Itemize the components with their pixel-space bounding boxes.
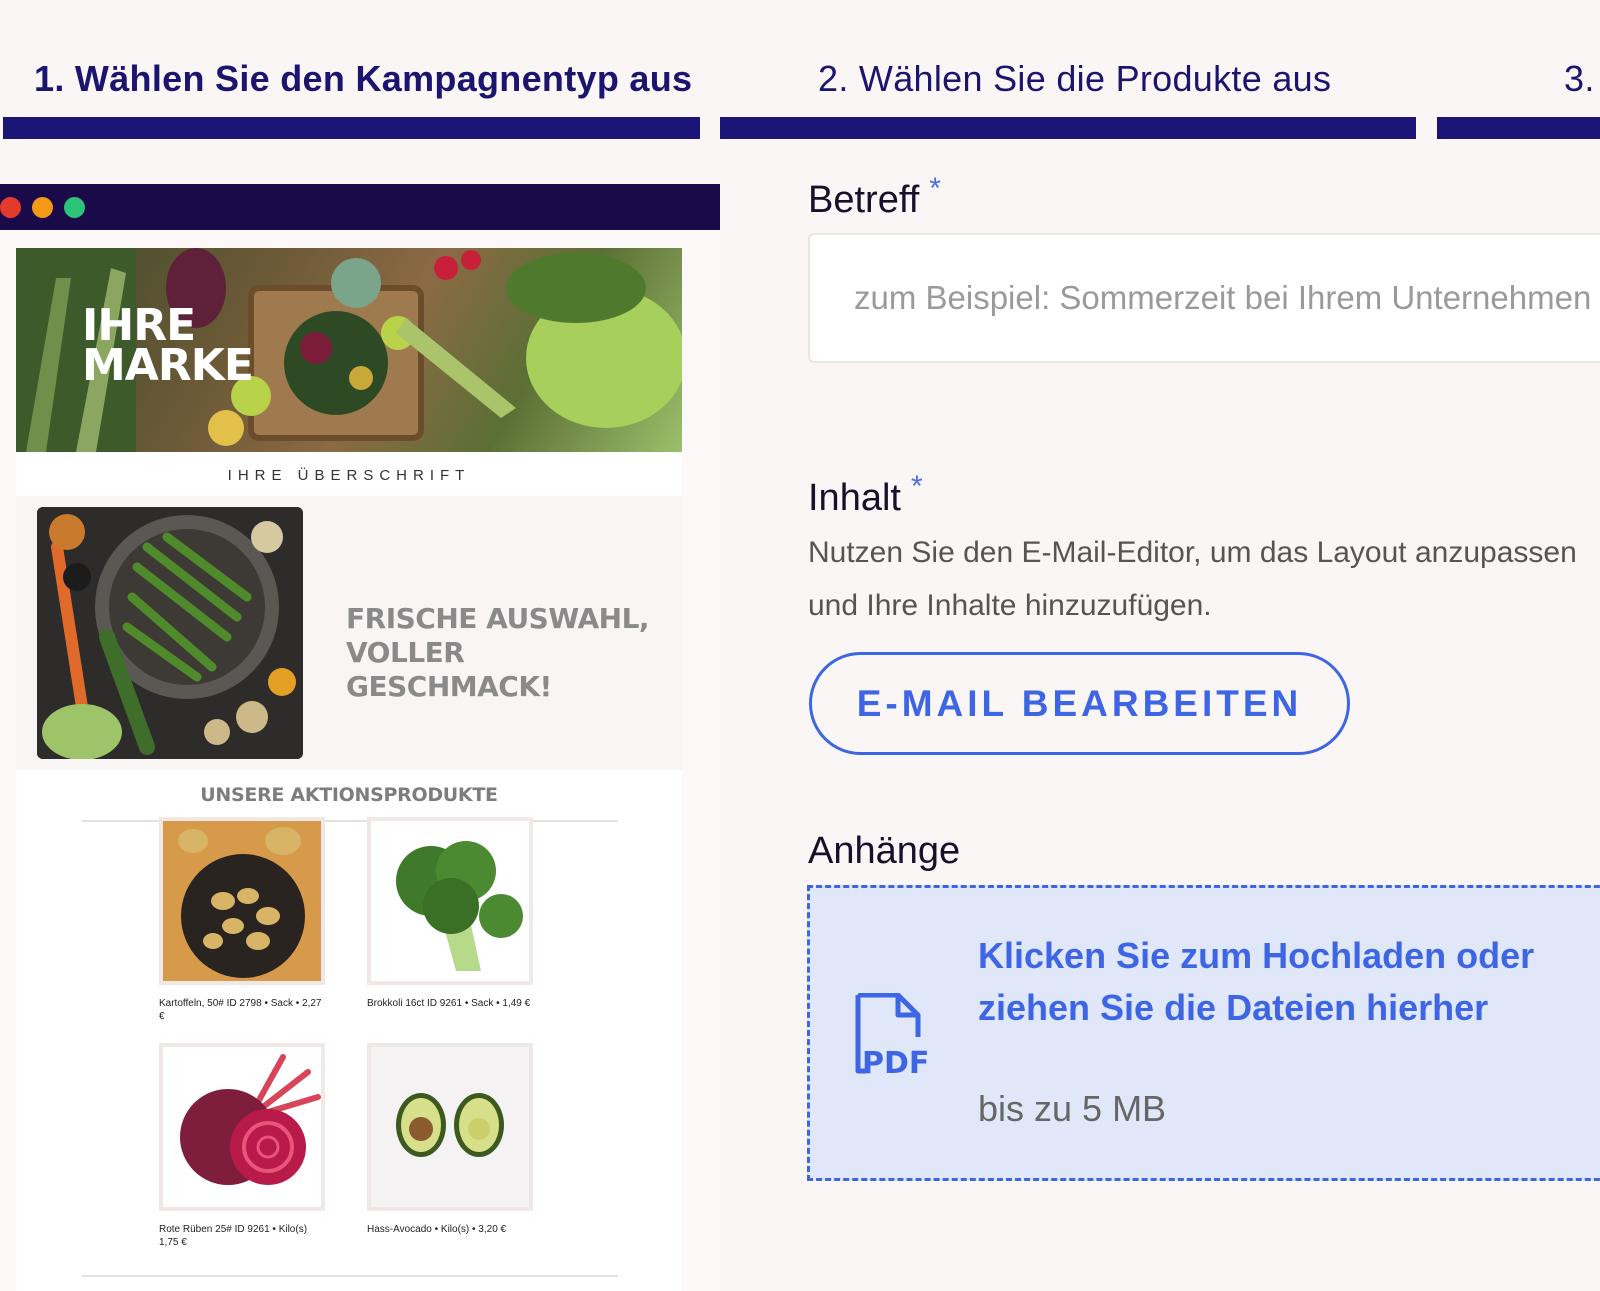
product-card[interactable]: Brokkoli 16ct ID 9261 • Sack • 1,49 € bbox=[367, 817, 533, 1010]
product-caption: Brokkoli 16ct ID 9261 • Sack • 1,49 € bbox=[367, 998, 531, 1009]
beetroot-stems bbox=[255, 1054, 321, 1115]
pdf-file-icon: PDF bbox=[855, 993, 929, 1081]
step-2[interactable]: 2. Wählen Sie die Produkte aus bbox=[720, 0, 1420, 140]
feature-onion bbox=[268, 668, 296, 696]
avocado-pit-hollow bbox=[468, 1118, 490, 1140]
feature-potato bbox=[204, 719, 230, 745]
broccoli-floret bbox=[479, 894, 523, 938]
feature-seeds bbox=[63, 563, 91, 591]
potato bbox=[237, 888, 259, 904]
hero-jar bbox=[331, 258, 381, 308]
hero-salad-bowl bbox=[284, 311, 388, 415]
broccoli-floret bbox=[423, 878, 479, 934]
content-label-text: Inhalt bbox=[808, 477, 901, 519]
hero-vegetables-image: IHRE MARKE bbox=[16, 248, 682, 452]
broccoli-illustration bbox=[396, 841, 523, 971]
edit-email-button[interactable]: E-MAIL BEARBEITEN bbox=[809, 652, 1350, 755]
beetroot-illustration bbox=[180, 1054, 321, 1185]
subject-label: Betreff * bbox=[808, 172, 941, 222]
avocado-seed bbox=[409, 1117, 433, 1141]
potato bbox=[246, 932, 270, 950]
feature-cabbage bbox=[42, 704, 122, 759]
feature-onion bbox=[251, 521, 283, 553]
hero-radish bbox=[461, 250, 481, 270]
feature-section: FRISCHE AUSWAHL, VOLLER GESCHMACK! bbox=[16, 496, 682, 770]
product-card[interactable]: Kartoffeln, 50# ID 2798 • Sack • 2,27 € bbox=[159, 817, 325, 1023]
avocado-image bbox=[367, 1043, 533, 1211]
window-maximize-dot bbox=[64, 197, 85, 218]
step-1-progress-bar bbox=[3, 117, 700, 139]
required-marker: * bbox=[910, 470, 923, 503]
hero-radish bbox=[434, 256, 458, 280]
step-3-label: 3. bbox=[1564, 58, 1595, 99]
step-3-progress-bar bbox=[1437, 117, 1600, 139]
hero-beet-slice bbox=[300, 332, 332, 364]
dropzone-instructions: Klicken Sie zum Hochladen oder ziehen Si… bbox=[978, 935, 1535, 1028]
brand-line-2: MARKE bbox=[82, 340, 254, 391]
feature-lentils bbox=[49, 514, 85, 550]
potato bbox=[211, 892, 235, 910]
potato bbox=[203, 933, 223, 949]
campaign-form: Betreff * Inhalt * Nutzen Sie den E-Mail-E… bbox=[720, 140, 1600, 1291]
beetroot-image bbox=[159, 1043, 325, 1211]
hero-egg bbox=[349, 366, 373, 390]
product-card[interactable]: Rote Rüben 25# ID 9261 • Kilo(s) 1,75 € bbox=[159, 1043, 325, 1249]
hero-lemon bbox=[208, 410, 244, 446]
dropzone-size-limit: bis zu 5 MB bbox=[978, 1088, 1167, 1129]
potato bbox=[256, 907, 280, 925]
beetroot-half bbox=[230, 1109, 306, 1185]
content-help-text: Nutzen Sie den E-Mail-Editor, um das Lay… bbox=[808, 536, 1577, 622]
avocado-illustration bbox=[396, 1093, 504, 1157]
feature-vegetables-image bbox=[37, 507, 303, 759]
potato bbox=[178, 829, 208, 853]
attachments-label: Anhänge bbox=[808, 830, 961, 872]
potatoes-pan bbox=[181, 854, 305, 978]
subject-input[interactable] bbox=[808, 233, 1600, 363]
product-card[interactable]: Hass-Avocado • Kilo(s) • 3,20 € bbox=[367, 1043, 533, 1236]
stepper: 1. Wählen Sie den Kampagnentyp aus 2. Wä… bbox=[0, 0, 1600, 140]
feature-vegetables-illustration bbox=[37, 507, 303, 759]
step-3[interactable]: 3. bbox=[1437, 0, 1600, 140]
preview-window-bar bbox=[0, 184, 720, 230]
broccoli-image bbox=[367, 817, 533, 985]
potatoes-image bbox=[159, 817, 325, 985]
brand-logo: IHRE MARKE bbox=[82, 304, 254, 391]
product-caption: Rote Rüben 25# ID 9261 • Kilo(s) 1,75 € bbox=[159, 1224, 308, 1248]
potato bbox=[222, 918, 244, 934]
subject-label-text: Betreff bbox=[808, 179, 920, 221]
window-close-dot bbox=[0, 197, 21, 218]
file-dropzone[interactable]: PDF Klicken Sie zum Hochladen oder ziehe… bbox=[807, 885, 1600, 1181]
pdf-icon-text: PDF bbox=[862, 1046, 929, 1081]
email-template: IHRE MARKE IHRE ÜBERSCHRIFT FRISCHE AUSW… bbox=[16, 248, 682, 1291]
potatoes-illustration bbox=[178, 827, 305, 978]
email-preview: IHRE MARKE IHRE ÜBERSCHRIFT FRISCHE AUSW… bbox=[0, 184, 720, 1291]
potato bbox=[265, 827, 301, 855]
email-headline: IHRE ÜBERSCHRIFT bbox=[227, 467, 471, 484]
step-2-label: 2. Wählen Sie die Produkte aus bbox=[818, 58, 1332, 99]
required-marker: * bbox=[929, 172, 941, 205]
feature-title: FRISCHE AUSWAHL, VOLLER GESCHMACK! bbox=[346, 602, 650, 703]
window-minimize-dot bbox=[32, 197, 53, 218]
product-caption: Hass-Avocado • Kilo(s) • 3,20 € bbox=[367, 1224, 507, 1235]
products-title: UNSERE AKTIONSPRODUKTE bbox=[200, 784, 498, 806]
step-1-label: 1. Wählen Sie den Kampagnentyp aus bbox=[34, 58, 693, 99]
content-label: Inhalt * bbox=[808, 470, 923, 520]
product-caption: Kartoffeln, 50# ID 2798 • Sack • 2,27 € bbox=[159, 998, 322, 1022]
hero-dill bbox=[506, 253, 646, 323]
feature-potato bbox=[236, 701, 268, 733]
products-divider-bottom bbox=[82, 1275, 618, 1277]
step-2-progress-bar bbox=[720, 117, 1416, 139]
step-1[interactable]: 1. Wählen Sie den Kampagnentyp aus bbox=[0, 0, 700, 140]
